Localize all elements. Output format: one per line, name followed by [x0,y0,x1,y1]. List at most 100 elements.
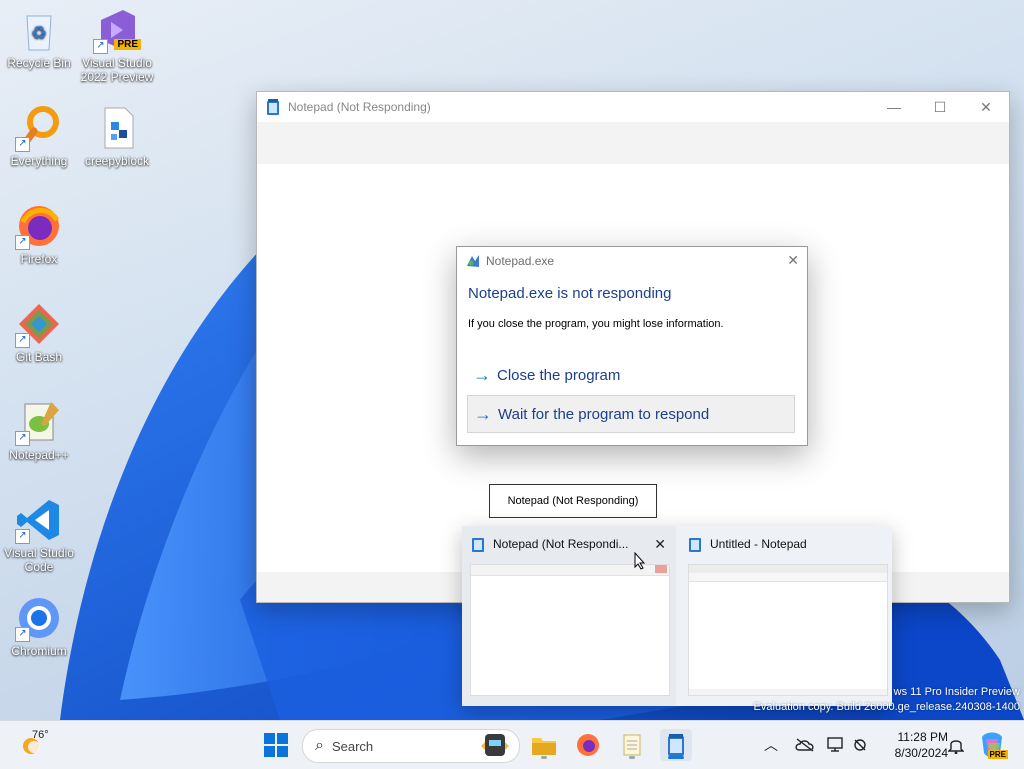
network-button[interactable] [852,721,870,769]
firefox-icon [577,734,599,756]
maximize-button[interactable]: ☐ [917,92,963,122]
windows-icon [264,733,288,757]
desktop-icon-recycle-bin[interactable]: ♻ Recycle Bin [0,6,78,70]
desktop-icon-label: Visual Studio Code [4,546,74,574]
close-button[interactable]: ✕ [963,92,1009,122]
thumbnail-preview [470,564,670,696]
window-title: Notepad (Not Responding) [288,100,431,114]
git-bash-icon: ↗ [15,300,63,348]
desktop-icon-label: Visual Studio 2022 Preview [80,56,154,84]
desktop-icon-label: Git Bash [15,350,63,364]
close-program-label: Close the program [497,366,621,384]
clock-time: 11:28 PM [897,730,948,744]
mouse-cursor-icon [634,551,646,570]
toolbar-area [257,122,1009,164]
visual-studio-icon: PRE ↗ [93,6,141,54]
search-icon: ⌕ [315,737,324,754]
network-disconnected-icon [854,739,866,751]
thumbnail-untitled-notepad[interactable]: Untitled - Notepad [680,526,892,706]
notepad-icon [688,536,702,552]
wait-program-button[interactable]: → Wait for the program to respond [467,395,795,433]
shortcut-arrow-icon: ↗ [15,431,30,446]
thumbnail-title: Untitled - Notepad [710,537,807,551]
notepad-plus-plus-icon: ↗ [15,398,63,446]
file-explorer-button[interactable] [528,729,560,761]
minimize-button[interactable]: — [871,92,917,122]
monitor-icon [827,737,843,752]
app-icon [466,254,480,268]
dialog-title: Notepad.exe [486,254,555,268]
start-button[interactable] [260,729,292,761]
arrow-right-icon: → [473,364,491,385]
svg-text:♻: ♻ [31,23,47,43]
close-program-button[interactable]: → Close the program [467,356,795,394]
pre-badge: PRE [987,750,1008,759]
shortcut-arrow-icon: ↗ [93,39,108,54]
clock[interactable]: 11:28 PM 8/30/2024 [878,729,948,761]
copilot-icon: PRE [978,731,1008,759]
running-indicator [629,756,635,759]
chromium-icon: ↗ [15,594,63,642]
dialog-title-bar[interactable]: Notepad.exe ✕ [457,247,807,275]
wait-program-label: Wait for the program to respond [498,405,710,423]
onedrive-button[interactable] [795,721,815,769]
thumbnail-close-icon[interactable]: ✕ [654,536,666,553]
firefox-taskbar-button[interactable] [572,729,604,761]
shortcut-arrow-icon: ↗ [15,235,30,250]
desktop-icon-visual-studio-code[interactable]: ↗ Visual Studio Code [0,496,78,574]
desktop-icon-git-bash[interactable]: ↗ Git Bash [0,300,78,364]
taskbar-tooltip: Notepad (Not Responding) [489,484,657,518]
vscode-icon: ↗ [15,496,63,544]
notepad-icon [471,536,485,552]
search-highlight-icon [477,732,513,760]
taskbar-thumbnail-popup[interactable]: Notepad (Not Respondi... ✕ Untitled - No… [462,526,892,706]
firefox-icon: ↗ [15,202,63,250]
running-indicator [541,756,547,759]
weather-widget[interactable]: 76° [18,729,58,761]
notepad-classic-icon [623,734,641,756]
desktop-icon-label: Firefox [20,252,58,266]
shortcut-arrow-icon: ↗ [15,333,30,348]
desktop-icon-label: creepyblock [84,154,150,168]
notepad-taskbar-button[interactable] [660,729,692,761]
notepad-icon [266,99,280,115]
desktop-icon-label: Everything [10,154,68,168]
thumbnail-preview [688,564,888,696]
not-responding-dialog[interactable]: Notepad.exe ✕ Notepad.exe is not respond… [456,246,808,446]
weather-temp: 76° [32,729,49,741]
copilot-button[interactable]: PRE [978,721,1008,769]
desktop-icon-chromium[interactable]: ↗ Chromium [0,594,78,658]
desktop-icon-firefox[interactable]: ↗ Firefox [0,202,78,266]
chevron-up-icon: ︿ [764,737,778,753]
dialog-message: If you close the program, you might lose… [468,318,724,330]
search-label: Search [331,738,374,754]
desktop-icon-creepyblock[interactable]: creepyblock [78,104,156,168]
watermark-line2: Evaluation copy. Build 26000.ge_release.… [753,701,1020,713]
clock-date: 8/30/2024 [894,746,948,760]
display-button[interactable] [827,721,845,769]
active-indicator [668,756,684,759]
shortcut-arrow-icon: ↗ [15,529,30,544]
pre-badge: PRE [114,39,141,50]
desktop-icon-notepad-plus-plus[interactable]: ↗ Notepad++ [0,398,78,462]
show-hidden-icons-button[interactable]: ︿ [764,721,778,769]
dialog-heading: Notepad.exe is not responding [468,285,672,302]
watermark-line1: ws 11 Pro Insider Preview [893,686,1020,698]
creepyblock-icon [93,104,141,152]
notifications-button[interactable] [948,721,964,769]
search-box[interactable]: ⌕ Search [302,729,520,763]
bell-icon [948,740,964,754]
desktop-icon-label: Notepad++ [9,448,69,462]
shortcut-arrow-icon: ↗ [15,627,30,642]
cloud-offline-icon [795,738,814,752]
dialog-close-icon[interactable]: ✕ [787,252,799,269]
folder-icon [532,738,556,755]
desktop-icon-everything[interactable]: ↗ Everything [0,104,78,168]
desktop-icon-visual-studio-2022-preview[interactable]: PRE ↗ Visual Studio 2022 Preview [78,6,156,84]
shortcut-arrow-icon: ↗ [15,137,30,152]
notepad-icon [668,734,684,756]
notes-taskbar-button[interactable] [616,729,648,761]
taskbar: 76° ⌕ Search ︿ 11:28 PM 8/30/2024 PRE [0,720,1024,769]
desktop-icon-label: Recycle Bin [7,56,71,70]
recycle-bin-icon: ♻ [15,6,63,54]
